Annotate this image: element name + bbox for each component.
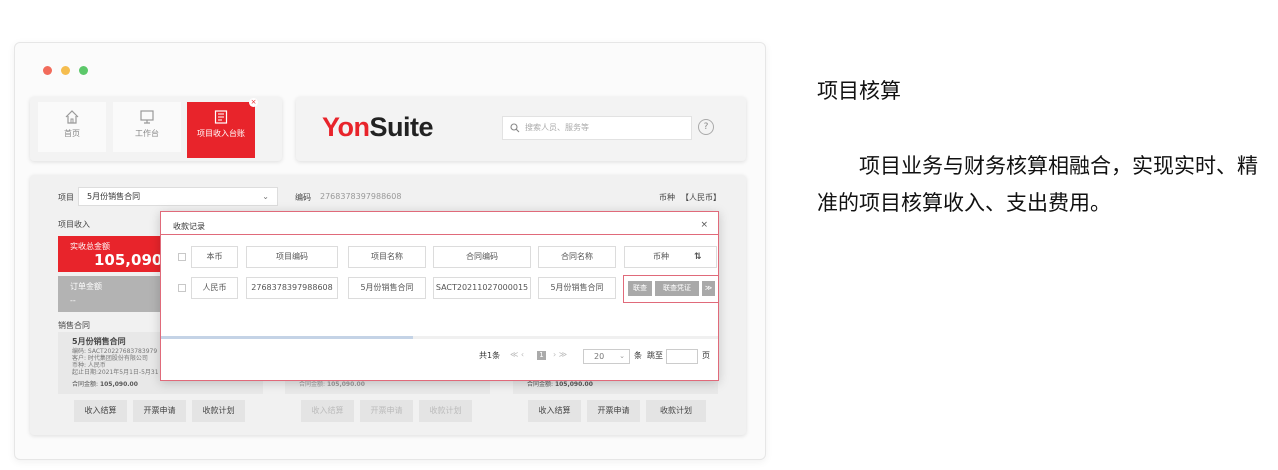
- modal-divider: [161, 234, 718, 235]
- sales-contract-title: 销售合同: [58, 321, 90, 330]
- app-header: YonSuite 搜索人员、服务等 ?: [296, 97, 746, 161]
- ledger-icon: [214, 110, 228, 124]
- code-label: 编码: [295, 193, 311, 202]
- tab-workbench-label: 工作台: [135, 129, 159, 138]
- close-icon[interactable]: ×: [700, 220, 708, 230]
- horizontal-scrollbar[interactable]: [161, 336, 413, 339]
- cell-contract-code: SACT20211027000015: [433, 277, 531, 299]
- order-amount-label: 订单金额: [70, 282, 102, 291]
- page-unit: 页: [702, 351, 710, 360]
- contract-amount-value: 105,090.00: [99, 381, 138, 388]
- page-size-value: 20: [594, 352, 605, 361]
- search-icon: [510, 123, 520, 133]
- currency-value: 【人民币】: [681, 193, 721, 202]
- payment-plan-button-3[interactable]: 收款计划: [646, 400, 706, 422]
- project-select[interactable]: 5月份销售合同 ⌄: [78, 187, 278, 206]
- income-settlement-button-3[interactable]: 收入结算: [528, 400, 581, 422]
- header-project-code: 项目编码: [246, 246, 338, 268]
- yonsuite-logo: YonSuite: [322, 112, 434, 142]
- monitor-icon: [140, 110, 154, 124]
- select-all-checkbox[interactable]: [178, 253, 186, 261]
- maximize-dot[interactable]: [79, 66, 88, 75]
- sort-icon[interactable]: ⇅: [694, 252, 702, 262]
- payment-records-modal: 收款记录 × 本币 项目编码 项目名称 合同编码 合同名称 币种 ⇅ 人民币 2…: [160, 211, 719, 381]
- cell-project-name: 5月份销售合同: [348, 277, 426, 299]
- tab-home-label: 首页: [64, 129, 80, 138]
- current-page[interactable]: 1: [537, 351, 546, 360]
- jump-to-label: 跳至: [647, 351, 663, 360]
- link-query-button[interactable]: 联查: [628, 281, 652, 296]
- row-checkbox[interactable]: [178, 284, 186, 292]
- invoice-request-button-2[interactable]: 开票申请: [360, 400, 413, 422]
- jump-page-input[interactable]: [666, 349, 698, 364]
- header-local-currency: 本币: [191, 246, 238, 268]
- search-input[interactable]: 搜索人员、服务等: [502, 116, 692, 140]
- chevron-down-icon: ⌄: [619, 352, 625, 360]
- help-icon[interactable]: ?: [698, 119, 714, 135]
- header-contract-code: 合同编码: [433, 246, 531, 268]
- per-page-unit: 条: [634, 351, 642, 360]
- contract-period: 起止日期:2021年5月1日-5月31: [72, 369, 159, 376]
- actual-total-card: 实收总金额 105,090.00: [58, 236, 189, 272]
- order-amount-value: --: [70, 296, 76, 305]
- tab-ledger-label: 项目收入台账: [197, 129, 245, 138]
- tab-workbench[interactable]: 工作台: [113, 102, 181, 152]
- income-settlement-button[interactable]: 收入结算: [74, 400, 127, 422]
- contract-2-amount-label: 合同金额:: [299, 381, 326, 388]
- prev-page-icon[interactable]: ≪ ‹: [510, 350, 524, 359]
- home-icon: [65, 110, 79, 124]
- contract-3-amount-label: 合同金额:: [527, 381, 554, 388]
- invoice-request-button[interactable]: 开票申请: [133, 400, 186, 422]
- header-contract-name: 合同名称: [538, 246, 616, 268]
- order-amount-card: 订单金额 --: [58, 276, 166, 312]
- modal-title: 收款记录: [173, 222, 205, 231]
- payment-plan-button-2[interactable]: 收款计划: [419, 400, 472, 422]
- income-settlement-button-2[interactable]: 收入结算: [301, 400, 354, 422]
- code-value: 2768378397988608: [320, 192, 402, 201]
- tab-project-income-ledger[interactable]: 项目收入台账: [187, 102, 255, 158]
- total-count: 共1条: [479, 351, 501, 360]
- contract-amount-label: 合同金额:: [72, 381, 99, 388]
- contract-2-amount-value: 105,090.00: [326, 381, 365, 388]
- header-currency: 币种: [624, 246, 717, 268]
- header-project-name: 项目名称: [348, 246, 426, 268]
- cell-project-code: 2768378397988608: [246, 277, 338, 299]
- tab-home[interactable]: 首页: [38, 102, 106, 152]
- section-title: 项目核算: [817, 79, 901, 103]
- page-size-select[interactable]: 20 ⌄: [583, 349, 630, 364]
- section-description: 项目业务与财务核算相融合，实现实时、精准的项目核算收入、支出费用。: [817, 154, 1258, 215]
- cell-local-currency: 人民币: [191, 277, 238, 299]
- payment-plan-button[interactable]: 收款计划: [192, 400, 245, 422]
- invoice-request-button-3[interactable]: 开票申请: [587, 400, 640, 422]
- close-dot[interactable]: [43, 66, 52, 75]
- minimize-dot[interactable]: [61, 66, 70, 75]
- next-page-icon[interactable]: › ≫: [553, 350, 567, 359]
- search-placeholder: 搜索人员、服务等: [525, 123, 589, 132]
- currency-label: 币种: [659, 193, 675, 202]
- row-actions: 联查 联查凭证 ≫: [623, 275, 719, 303]
- project-label: 项目: [58, 193, 74, 202]
- income-section-title: 项目收入: [58, 220, 90, 229]
- link-voucher-button[interactable]: 联查凭证: [655, 281, 699, 296]
- close-tab-icon[interactable]: ×: [249, 98, 258, 107]
- chevron-down-icon: ⌄: [262, 192, 269, 201]
- tab-bar: 首页 工作台 项目收入台账 ×: [30, 97, 282, 161]
- project-select-value: 5月份销售合同: [87, 192, 141, 201]
- more-actions-icon[interactable]: ≫: [702, 281, 715, 296]
- contract-3-amount-value: 105,090.00: [554, 381, 593, 388]
- cell-contract-name: 5月份销售合同: [538, 277, 616, 299]
